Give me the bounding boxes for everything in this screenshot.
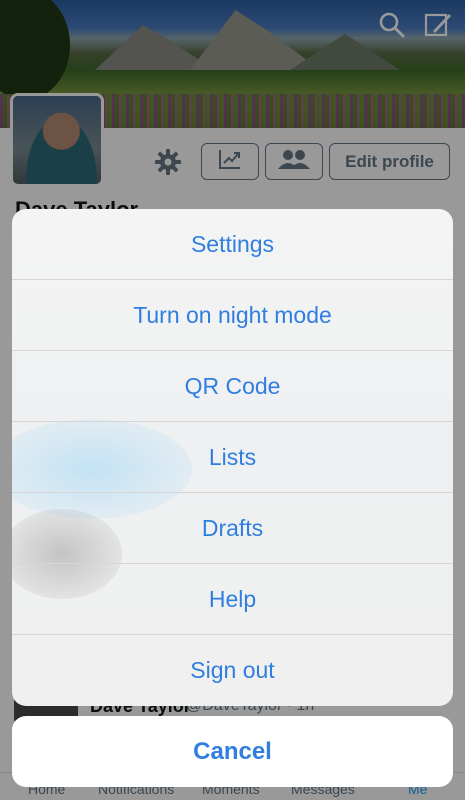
menu-item-sign-out[interactable]: Sign out [12, 635, 453, 706]
action-sheet: Settings Turn on night mode QR Code List… [12, 209, 453, 706]
menu-item-night-mode[interactable]: Turn on night mode [12, 280, 453, 351]
menu-item-drafts[interactable]: Drafts [12, 493, 453, 564]
menu-item-qr-code[interactable]: QR Code [12, 351, 453, 422]
cancel-button[interactable]: Cancel [12, 716, 453, 787]
menu-item-help[interactable]: Help [12, 564, 453, 635]
menu-item-lists[interactable]: Lists [12, 422, 453, 493]
menu-item-settings[interactable]: Settings [12, 209, 453, 280]
